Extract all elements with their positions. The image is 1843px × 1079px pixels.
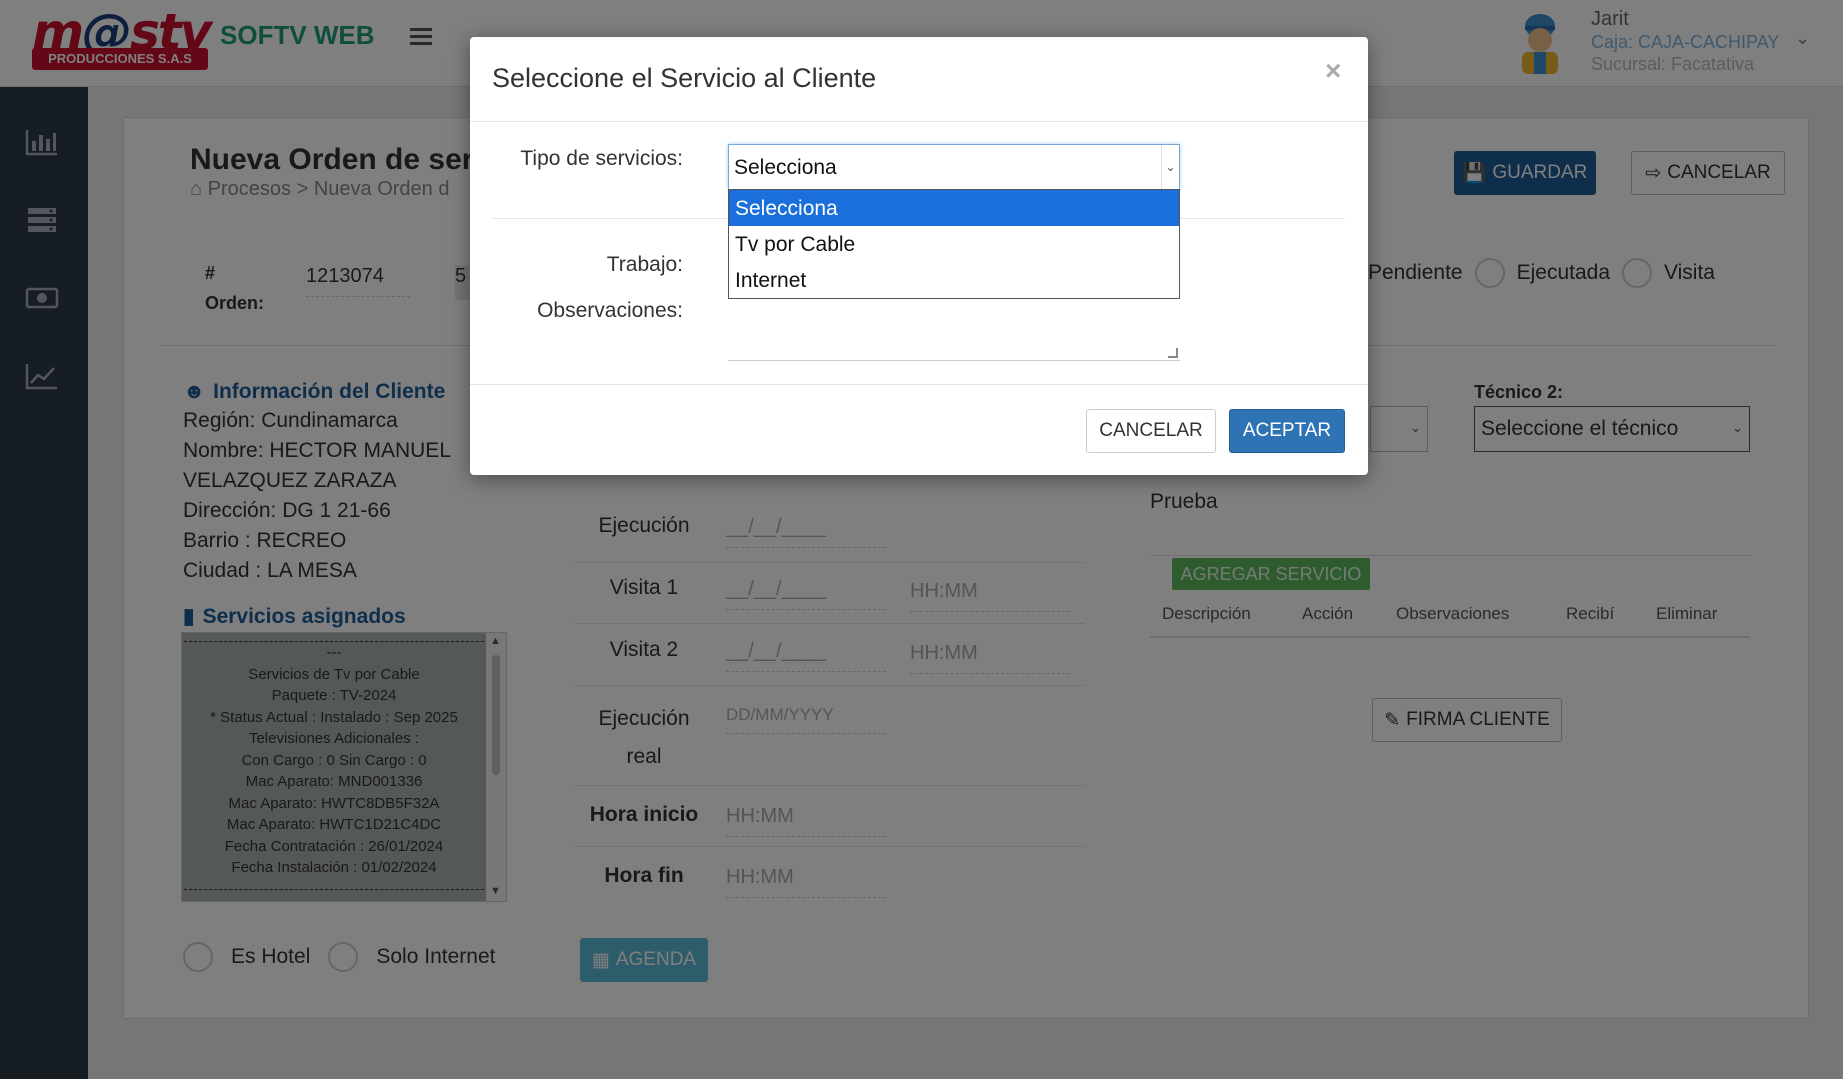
tipo-servicios-select[interactable]: Selecciona ⌄	[728, 144, 1180, 190]
tipo-servicios-label: Tipo de servicios:	[520, 147, 683, 170]
chevron-down-icon: ⌄	[1161, 145, 1179, 189]
modal-title: Seleccione el Servicio al Cliente	[492, 63, 877, 93]
modal-cancel-button[interactable]: CANCELAR	[1086, 409, 1216, 453]
option-selecciona[interactable]: Selecciona	[729, 190, 1179, 226]
modal-accept-button[interactable]: ACEPTAR	[1229, 409, 1345, 453]
service-modal: Seleccione el Servicio al Cliente × Tipo…	[470, 37, 1368, 475]
tipo-servicios-dropdown: Selecciona Tv por Cable Internet	[728, 189, 1180, 299]
resize-grip-icon[interactable]	[1168, 348, 1178, 358]
observaciones-label: Observaciones:	[537, 299, 683, 322]
option-internet[interactable]: Internet	[729, 262, 1179, 298]
option-tv-por-cable[interactable]: Tv por Cable	[729, 226, 1179, 262]
close-icon[interactable]: ×	[1325, 55, 1341, 87]
trabajo-label: Trabajo:	[606, 253, 683, 276]
